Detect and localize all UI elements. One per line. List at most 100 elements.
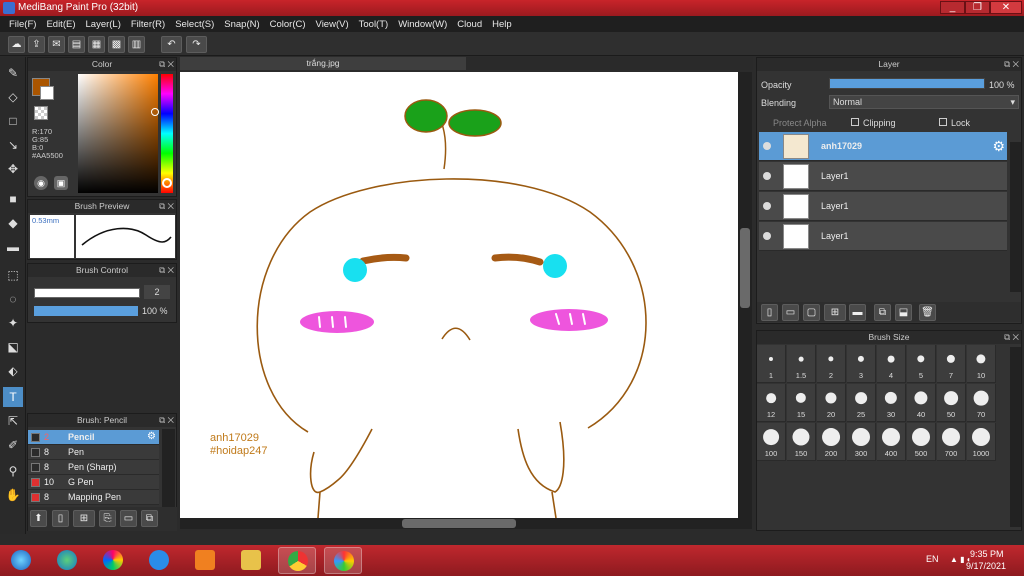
brush-item[interactable]: 10 G Pen xyxy=(28,475,159,490)
menu-layer[interactable]: Layer(L) xyxy=(81,19,126,30)
layer-opacity-slider[interactable] xyxy=(829,78,985,89)
lock-checkbox[interactable] xyxy=(939,118,947,126)
blending-select[interactable]: Normal ▾ xyxy=(829,95,1019,109)
internet-explorer-taskbar-icon[interactable] xyxy=(140,547,178,574)
brush-size-option[interactable]: 30 xyxy=(877,384,906,422)
undo-icon[interactable]: ↶ xyxy=(161,36,182,53)
dropper-tool-icon[interactable]: ✐ xyxy=(3,435,23,455)
brush-size-option[interactable]: 1.5 xyxy=(787,345,816,383)
brush-settings-icon[interactable]: ⎘ xyxy=(99,510,116,527)
menu-color[interactable]: Color(C) xyxy=(265,19,311,30)
menu-view[interactable]: View(V) xyxy=(311,19,354,30)
brush-size-option[interactable]: 400 xyxy=(877,423,906,461)
brush-size-option[interactable]: 500 xyxy=(907,423,936,461)
layer-row[interactable]: Layer1 xyxy=(759,222,1007,251)
fill-shape-tool-icon[interactable]: ■ xyxy=(3,189,23,209)
menu-filter[interactable]: Filter(R) xyxy=(126,19,170,30)
vertical-scroll-thumb[interactable] xyxy=(740,228,750,308)
color-sv-picker[interactable] xyxy=(78,74,158,193)
brush-folder-icon[interactable]: ▭ xyxy=(120,510,137,527)
menu-window[interactable]: Window(W) xyxy=(393,19,452,30)
brush-list-scrollbar[interactable] xyxy=(162,429,175,509)
add-brush-icon[interactable]: ⊞ xyxy=(73,510,95,527)
rectangle-tool-icon[interactable]: □ xyxy=(3,111,23,131)
tiles-icon[interactable]: ▩ xyxy=(108,36,125,53)
menu-file[interactable]: File(F) xyxy=(4,19,41,30)
menu-snap[interactable]: Snap(N) xyxy=(219,19,264,30)
hue-slider-handle[interactable] xyxy=(162,178,172,188)
gear-icon[interactable]: ⚙ xyxy=(147,431,156,442)
brush-size-option[interactable]: 50 xyxy=(937,384,966,422)
clock-date[interactable]: 9/17/2021 xyxy=(966,561,1006,571)
clock-time[interactable]: 9:35 PM xyxy=(970,549,1004,559)
brush-size-option[interactable]: 4 xyxy=(877,345,906,383)
chrome-taskbar-icon[interactable] xyxy=(278,547,316,574)
brush-size-option[interactable]: 2 xyxy=(817,345,846,383)
visibility-eye-icon[interactable] xyxy=(763,232,771,240)
menu-select[interactable]: Select(S) xyxy=(170,19,219,30)
brush-size-option[interactable]: 3 xyxy=(847,345,876,383)
brush-item[interactable]: 2 Pencil ⚙ xyxy=(28,430,159,445)
new-1bit-layer-icon[interactable]: ▢ xyxy=(803,304,820,321)
brush-size-option[interactable]: 1000 xyxy=(967,423,996,461)
new-layer-icon[interactable]: ▯ xyxy=(761,304,778,321)
transparent-swatch[interactable] xyxy=(34,106,48,120)
gear-icon[interactable]: ⚙ xyxy=(992,138,1005,155)
brush-size-value[interactable]: 2 xyxy=(144,285,170,299)
document-icon[interactable]: ▦ xyxy=(88,36,105,53)
palette-icon[interactable]: ▣ xyxy=(54,176,68,190)
brush-size-option[interactable]: 10 xyxy=(967,345,996,383)
maximize-button[interactable]: ❐ xyxy=(965,1,990,14)
eyedropper-tool-icon[interactable]: ⚲ xyxy=(3,461,23,481)
gradient-tool-icon[interactable]: ▬ xyxy=(3,237,23,257)
color-picker-handle[interactable] xyxy=(151,108,159,116)
medibang-taskbar-icon[interactable] xyxy=(324,547,362,574)
bucket-tool-icon[interactable]: ◆ xyxy=(3,213,23,233)
select-eraser-tool-icon[interactable]: ⬖ xyxy=(3,361,23,381)
cloud-icon[interactable]: ☁ xyxy=(8,36,25,53)
start-button[interactable] xyxy=(2,547,40,574)
brush-size-option[interactable]: 15 xyxy=(787,384,816,422)
select-rect-tool-icon[interactable]: ⬚ xyxy=(3,265,23,285)
text-tool-icon[interactable]: T xyxy=(3,387,23,407)
brush-size-option[interactable]: 200 xyxy=(817,423,846,461)
panel-close-icon[interactable]: ⧉ ✕ xyxy=(1004,58,1019,71)
minimize-button[interactable]: _ xyxy=(940,1,965,14)
brush-size-option[interactable]: 300 xyxy=(847,423,876,461)
select-pen-tool-icon[interactable]: ⬕ xyxy=(3,337,23,357)
canvas-tab[interactable]: trắng.jpg xyxy=(180,57,466,70)
layer-row[interactable]: anh17029 ⚙ xyxy=(759,132,1007,161)
color-wheel-icon[interactable]: ◉ xyxy=(34,176,48,190)
brush-size-option[interactable]: 20 xyxy=(817,384,846,422)
close-button[interactable]: ✕ xyxy=(990,1,1022,14)
cloud-brush-icon[interactable]: ⬆ xyxy=(30,510,47,527)
lasso-tool-icon[interactable]: ◌ xyxy=(3,289,23,309)
brush-copy-icon[interactable]: ⧉ xyxy=(141,510,158,527)
eraser-tool-icon[interactable]: ◇ xyxy=(3,87,23,107)
visibility-eye-icon[interactable] xyxy=(763,142,771,150)
drawing-canvas[interactable]: anh17029 #hoidap247 xyxy=(180,72,738,518)
visibility-eye-icon[interactable] xyxy=(763,172,771,180)
menu-cloud[interactable]: Cloud xyxy=(452,19,487,30)
new-8bit-layer-icon[interactable]: ▭ xyxy=(782,304,799,321)
layer-list-scrollbar[interactable] xyxy=(1010,142,1021,292)
media-player-taskbar-icon[interactable] xyxy=(186,547,224,574)
new-brush-icon[interactable]: ▯ xyxy=(52,510,69,527)
brush-item[interactable]: 8 Pen xyxy=(28,445,159,460)
magic-wand-tool-icon[interactable]: ✦ xyxy=(3,313,23,333)
brush-item[interactable]: 8 Pen (Sharp) xyxy=(28,460,159,475)
panel-close-icon[interactable]: ⧉ ✕ xyxy=(159,200,174,213)
panel-close-icon[interactable]: ⧉ ✕ xyxy=(1004,331,1019,344)
language-indicator[interactable]: EN xyxy=(926,554,939,564)
brush-tool-icon[interactable]: ✎ xyxy=(3,63,23,83)
layer-row[interactable]: Layer1 xyxy=(759,162,1007,191)
edge-taskbar-icon[interactable] xyxy=(48,547,86,574)
brush-opacity-slider[interactable] xyxy=(34,306,138,316)
brush-size-scrollbar[interactable] xyxy=(1010,347,1021,527)
layer-folder-icon[interactable]: ▬ xyxy=(849,304,866,321)
canvas-vertical-scrollbar[interactable] xyxy=(738,72,752,518)
brush-size-option[interactable]: 1 xyxy=(757,345,786,383)
color-app-taskbar-icon[interactable] xyxy=(94,547,132,574)
comment-icon[interactable]: ✉ xyxy=(48,36,65,53)
hand-tool-icon[interactable]: ✋ xyxy=(3,485,23,505)
